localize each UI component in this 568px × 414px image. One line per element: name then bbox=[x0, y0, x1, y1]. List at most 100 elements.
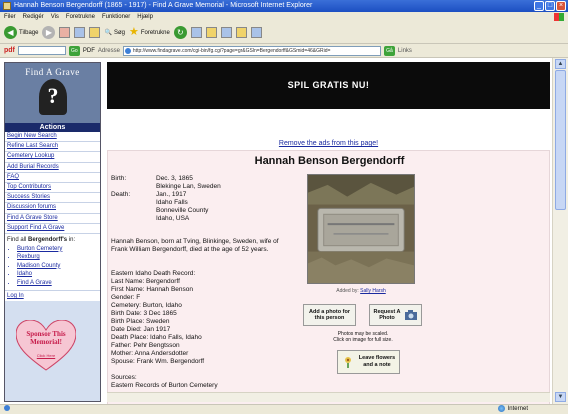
find-all-section: Find all Bergendorff's in: Burton Cemete… bbox=[5, 234, 100, 291]
window-titlebar: Hannah Benson Bergendorff (1865 - 1917) … bbox=[0, 0, 568, 12]
record-line: Cemetery: Burton, Idaho bbox=[111, 302, 182, 309]
address-go-button[interactable]: Gå bbox=[383, 45, 395, 56]
ad-banner[interactable]: SPIL GRATIS NU! bbox=[107, 62, 550, 109]
pdf-search-field[interactable] bbox=[17, 46, 66, 55]
address-input[interactable]: http://www.findagrave.com/cgi-bin/fg.cgi… bbox=[122, 45, 381, 56]
scroll-up-icon[interactable]: ▲ bbox=[555, 59, 566, 69]
find-all-rexburg[interactable]: Rexburg bbox=[17, 253, 98, 262]
scroll-thumb[interactable] bbox=[555, 70, 566, 210]
birth-label: Birth: bbox=[111, 175, 127, 182]
horizontal-scrollbar[interactable] bbox=[107, 392, 550, 402]
stop-icon[interactable] bbox=[59, 27, 71, 38]
death-record: Eastern Idaho Death Record: Last Name: B… bbox=[111, 270, 296, 390]
death-label: Death: bbox=[111, 191, 131, 198]
add-photo-button[interactable]: Add a photo for this person bbox=[303, 304, 356, 326]
nav-store[interactable]: Find A Grave Store bbox=[5, 214, 100, 224]
record-line: Spouse: Frank Wm. Bergendorff bbox=[111, 358, 205, 365]
history-icon[interactable]: ↻ bbox=[173, 26, 187, 39]
find-a-grave-logo[interactable]: Find A Grave ? bbox=[5, 63, 100, 123]
nav-refine-last-search[interactable]: Refine Last Search bbox=[5, 142, 100, 153]
refresh-icon[interactable] bbox=[74, 27, 86, 38]
record-line: Sources: bbox=[111, 374, 137, 381]
menu-edit[interactable]: Redigér bbox=[23, 12, 44, 22]
home-icon[interactable] bbox=[89, 27, 101, 38]
favorites-button[interactable]: ★ Foretrukne bbox=[129, 27, 170, 38]
print-icon[interactable] bbox=[205, 27, 217, 38]
record-line: Birth Place: Sweden bbox=[111, 318, 170, 325]
leave-flowers-button[interactable]: Leave flowers and a note bbox=[337, 350, 400, 374]
nav-discussion-forums[interactable]: Discussion forums bbox=[5, 203, 100, 214]
sponsor-click-here[interactable]: Click Here bbox=[16, 353, 76, 358]
nav-faq[interactable]: FAQ bbox=[5, 173, 100, 184]
find-all-find-a-grave[interactable]: Find A Grave bbox=[17, 279, 98, 288]
pdf-toolbar-label: pdf bbox=[4, 47, 15, 54]
vertical-scrollbar[interactable]: ▲ ▼ bbox=[552, 58, 568, 404]
birth-values: Dec. 3, 1865 Blekinge Lan, Sweden bbox=[156, 175, 221, 191]
memorial-panel: Hannah Benson Bergendorff Birth: Dec. 3,… bbox=[107, 150, 550, 404]
forward-button[interactable]: ▶ bbox=[42, 26, 56, 39]
search-button[interactable]: 🔍 Søg bbox=[104, 29, 125, 37]
find-all-madison-county[interactable]: Madison County bbox=[17, 262, 98, 271]
mail-icon[interactable] bbox=[190, 27, 202, 38]
menu-help[interactable]: Hjælp bbox=[137, 12, 153, 22]
browser-toolbar: ◀ Tilbage ▶ 🔍 Søg ★ Foretrukne ↻ bbox=[0, 22, 568, 44]
back-button[interactable]: ◀ Tilbage bbox=[4, 26, 38, 39]
person-name: Hannah Benson Bergendorff bbox=[254, 155, 405, 167]
photo-note: Photos may be scaled. Click on image for… bbox=[333, 331, 393, 343]
actions-list: Begin New Search Refine Last Search Ceme… bbox=[5, 132, 100, 235]
vitals: Birth: Dec. 3, 1865 Blekinge Lan, Sweden… bbox=[111, 175, 221, 223]
record-line: Gender: F bbox=[111, 294, 141, 301]
status-text bbox=[4, 405, 12, 414]
nav-top-contributors[interactable]: Top Contributors bbox=[5, 183, 100, 194]
minimize-button[interactable]: _ bbox=[534, 1, 544, 11]
maximize-button[interactable]: □ bbox=[545, 1, 555, 11]
close-button[interactable]: × bbox=[556, 1, 566, 11]
scroll-down-icon[interactable]: ▼ bbox=[555, 392, 566, 402]
menu-view[interactable]: Vis bbox=[51, 12, 59, 22]
death-values: Jan., 1917 Idaho Falls Bonneville County… bbox=[156, 191, 208, 223]
record-line: Eastern Records of Burton Cemetery bbox=[111, 382, 218, 389]
remove-ads-link[interactable]: Remove the ads from this page! bbox=[107, 140, 550, 147]
address-label: Adresse bbox=[97, 47, 120, 54]
menu-tools[interactable]: Funktioner bbox=[102, 12, 130, 22]
menu-file[interactable]: Filer bbox=[4, 12, 16, 22]
find-all-idaho[interactable]: Idaho bbox=[17, 270, 98, 279]
find-all-burton-cemetery[interactable]: Burton Cemetery bbox=[17, 245, 98, 254]
record-line: Mother: Anna Andersdotter bbox=[111, 350, 189, 357]
sponsor-memorial-text[interactable]: Sponsor This Memorial! bbox=[16, 330, 76, 346]
window-controls: _ □ × bbox=[534, 1, 566, 11]
record-line: Death Place: Idaho Falls, Idaho bbox=[111, 334, 202, 341]
search-label: Søg bbox=[113, 29, 125, 36]
links-label[interactable]: Links bbox=[398, 48, 412, 54]
nav-begin-new-search[interactable]: Begin New Search bbox=[5, 132, 100, 143]
messenger-icon[interactable] bbox=[250, 27, 262, 38]
status-bar: Internet bbox=[0, 404, 568, 414]
menu-favorites[interactable]: Foretrukne bbox=[66, 12, 95, 22]
biography: Hannah Benson, born at Tving, Blinkinge,… bbox=[111, 238, 279, 253]
sponsor-heart-icon[interactable] bbox=[16, 320, 76, 372]
record-line: First Name: Hannah Benson bbox=[111, 286, 194, 293]
camera-icon bbox=[405, 310, 417, 320]
edit-icon[interactable] bbox=[220, 27, 232, 38]
nav-cemetery-lookup[interactable]: Cemetery Lookup bbox=[5, 152, 100, 163]
windows-logo-icon bbox=[554, 13, 564, 21]
record-line: Eastern Idaho Death Record: bbox=[111, 270, 196, 277]
added-by: Added by: Sally Harsh bbox=[336, 288, 386, 294]
actions-heading: Actions bbox=[5, 123, 100, 132]
folder-icon[interactable] bbox=[235, 27, 247, 38]
record-line: Father: Pehr Bengtsson bbox=[111, 342, 180, 349]
request-photo-button[interactable]: Request A Photo bbox=[369, 304, 422, 326]
page-status-icon bbox=[4, 405, 10, 412]
address-bar: pdf Go PDF Adresse http://www.findagrave… bbox=[0, 44, 568, 58]
record-line: Birth Date: 3 Dec 1865 bbox=[111, 310, 177, 317]
nav-success-stories[interactable]: Success Stories bbox=[5, 193, 100, 204]
nav-add-burial-records[interactable]: Add Burial Records bbox=[5, 163, 100, 173]
pdf-button[interactable]: PDF bbox=[83, 48, 95, 54]
gravestone-photo[interactable] bbox=[307, 174, 415, 284]
pdf-go-button[interactable]: Go bbox=[68, 45, 80, 56]
death-county: Bonneville County bbox=[156, 207, 209, 214]
leave-flowers-label: Leave flowers and a note bbox=[358, 355, 396, 368]
nav-support[interactable]: Support Find A Grave bbox=[5, 224, 100, 235]
contributor-link[interactable]: Sally Harsh bbox=[360, 288, 386, 294]
login-link[interactable]: Log In bbox=[5, 290, 100, 302]
